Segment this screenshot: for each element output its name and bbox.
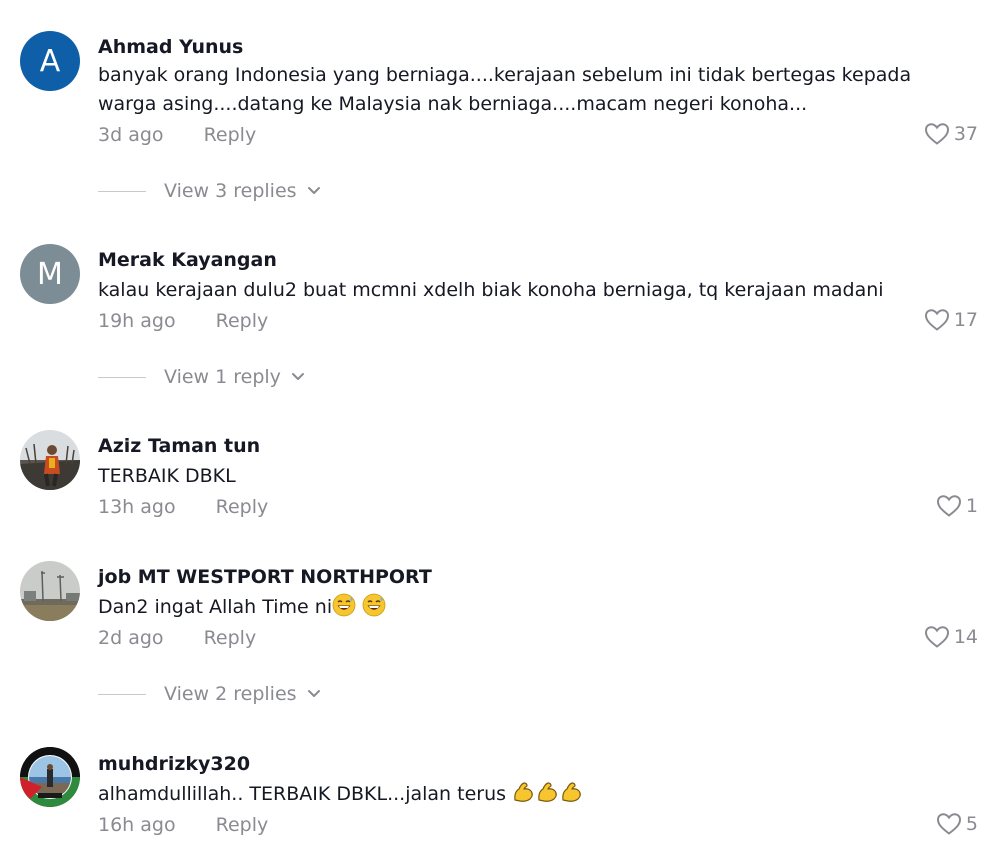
- flexed-biceps-emoji-icon: [514, 782, 533, 802]
- avatar[interactable]: M: [20, 244, 80, 304]
- avatar[interactable]: [20, 561, 80, 621]
- comment-list: A Ahmad Yunus banyak orang Indonesia yan…: [0, 0, 1008, 867]
- divider: [98, 693, 146, 695]
- grinning-sweat-emoji-icon: [362, 593, 386, 617]
- view-replies-label: View 2 replies: [164, 683, 297, 705]
- profile-photo-outdoor-icon: [20, 430, 80, 490]
- reply-button[interactable]: Reply: [216, 813, 269, 837]
- timestamp: 19h ago: [98, 310, 176, 332]
- comment-meta: 3d ago Reply: [98, 123, 256, 147]
- avatar[interactable]: A: [20, 31, 80, 91]
- username[interactable]: job MT WESTPORT NORTHPORT: [98, 565, 432, 589]
- timestamp: 2d ago: [98, 627, 164, 649]
- like-button[interactable]: 37: [924, 122, 978, 146]
- heart-icon: [936, 813, 961, 835]
- heart-icon: [924, 309, 949, 331]
- comment-text: banyak orang Indonesia yang berniaga....…: [98, 61, 938, 119]
- like-button[interactable]: 17: [924, 308, 978, 332]
- view-replies-button[interactable]: View 3 replies: [98, 180, 321, 202]
- comment-text-body: Dan2 ingat Allah Time ni: [98, 596, 333, 618]
- profile-photo-port-icon: [20, 561, 80, 621]
- like-button[interactable]: 1: [936, 494, 978, 518]
- avatar-letter: M: [37, 256, 63, 292]
- comment-text: alhamdullillah.. TERBAIK DBKL...jalan te…: [98, 780, 938, 809]
- comment-meta: 19h ago Reply: [98, 309, 268, 333]
- comment-meta: 16h ago Reply: [98, 813, 268, 837]
- like-count: 17: [953, 309, 978, 331]
- comment-text-body: alhamdullillah.. TERBAIK DBKL...jalan te…: [98, 783, 507, 805]
- heart-icon: [924, 123, 949, 145]
- flexed-biceps-emoji-icon: [538, 782, 557, 802]
- comment-text: TERBAIK DBKL: [98, 465, 236, 487]
- comment-text: kalau kerajaan dulu2 buat mcmni xdelh bi…: [98, 279, 884, 301]
- reply-button[interactable]: Reply: [216, 309, 269, 333]
- divider: [98, 376, 146, 378]
- profile-photo-palestine-frame-icon: [20, 747, 80, 807]
- avatar-letter: A: [39, 43, 61, 79]
- comment-text-line: banyak orang Indonesia yang berniaga....…: [98, 64, 912, 86]
- grinning-sweat-emoji-icon: [332, 593, 356, 617]
- view-replies-button[interactable]: View 1 reply: [98, 366, 305, 388]
- reply-button[interactable]: Reply: [204, 626, 257, 650]
- like-button[interactable]: 14: [924, 625, 978, 649]
- username[interactable]: Merak Kayangan: [98, 248, 277, 272]
- divider: [98, 190, 146, 192]
- chevron-down-icon: [291, 373, 304, 380]
- heart-icon: [936, 495, 961, 517]
- view-replies-label: View 3 replies: [164, 180, 297, 202]
- comment-meta: 13h ago Reply: [98, 495, 268, 519]
- timestamp: 3d ago: [98, 124, 164, 146]
- like-button[interactable]: 5: [936, 812, 978, 836]
- avatar[interactable]: [20, 747, 80, 807]
- chevron-down-icon: [307, 690, 320, 697]
- like-count: 37: [953, 123, 978, 145]
- like-count: 1: [965, 495, 978, 517]
- comment-meta: 2d ago Reply: [98, 626, 256, 650]
- username[interactable]: muhdrizky320: [98, 752, 250, 776]
- comment-text-line: warga asing....datang ke Malaysia nak be…: [98, 93, 808, 115]
- reply-button[interactable]: Reply: [216, 495, 269, 519]
- view-replies-label: View 1 reply: [164, 366, 281, 388]
- chevron-down-icon: [307, 187, 320, 194]
- view-replies-button[interactable]: View 2 replies: [98, 683, 321, 705]
- like-count: 5: [965, 813, 978, 835]
- comment-text: Dan2 ingat Allah Time ni: [98, 593, 938, 622]
- reply-button[interactable]: Reply: [204, 123, 257, 147]
- avatar[interactable]: [20, 430, 80, 490]
- timestamp: 16h ago: [98, 814, 176, 836]
- like-count: 14: [953, 626, 978, 648]
- timestamp: 13h ago: [98, 496, 176, 518]
- heart-icon: [924, 626, 949, 648]
- username[interactable]: Ahmad Yunus: [98, 35, 243, 59]
- username[interactable]: Aziz Taman tun: [98, 434, 260, 458]
- flexed-biceps-emoji-icon: [562, 782, 581, 802]
